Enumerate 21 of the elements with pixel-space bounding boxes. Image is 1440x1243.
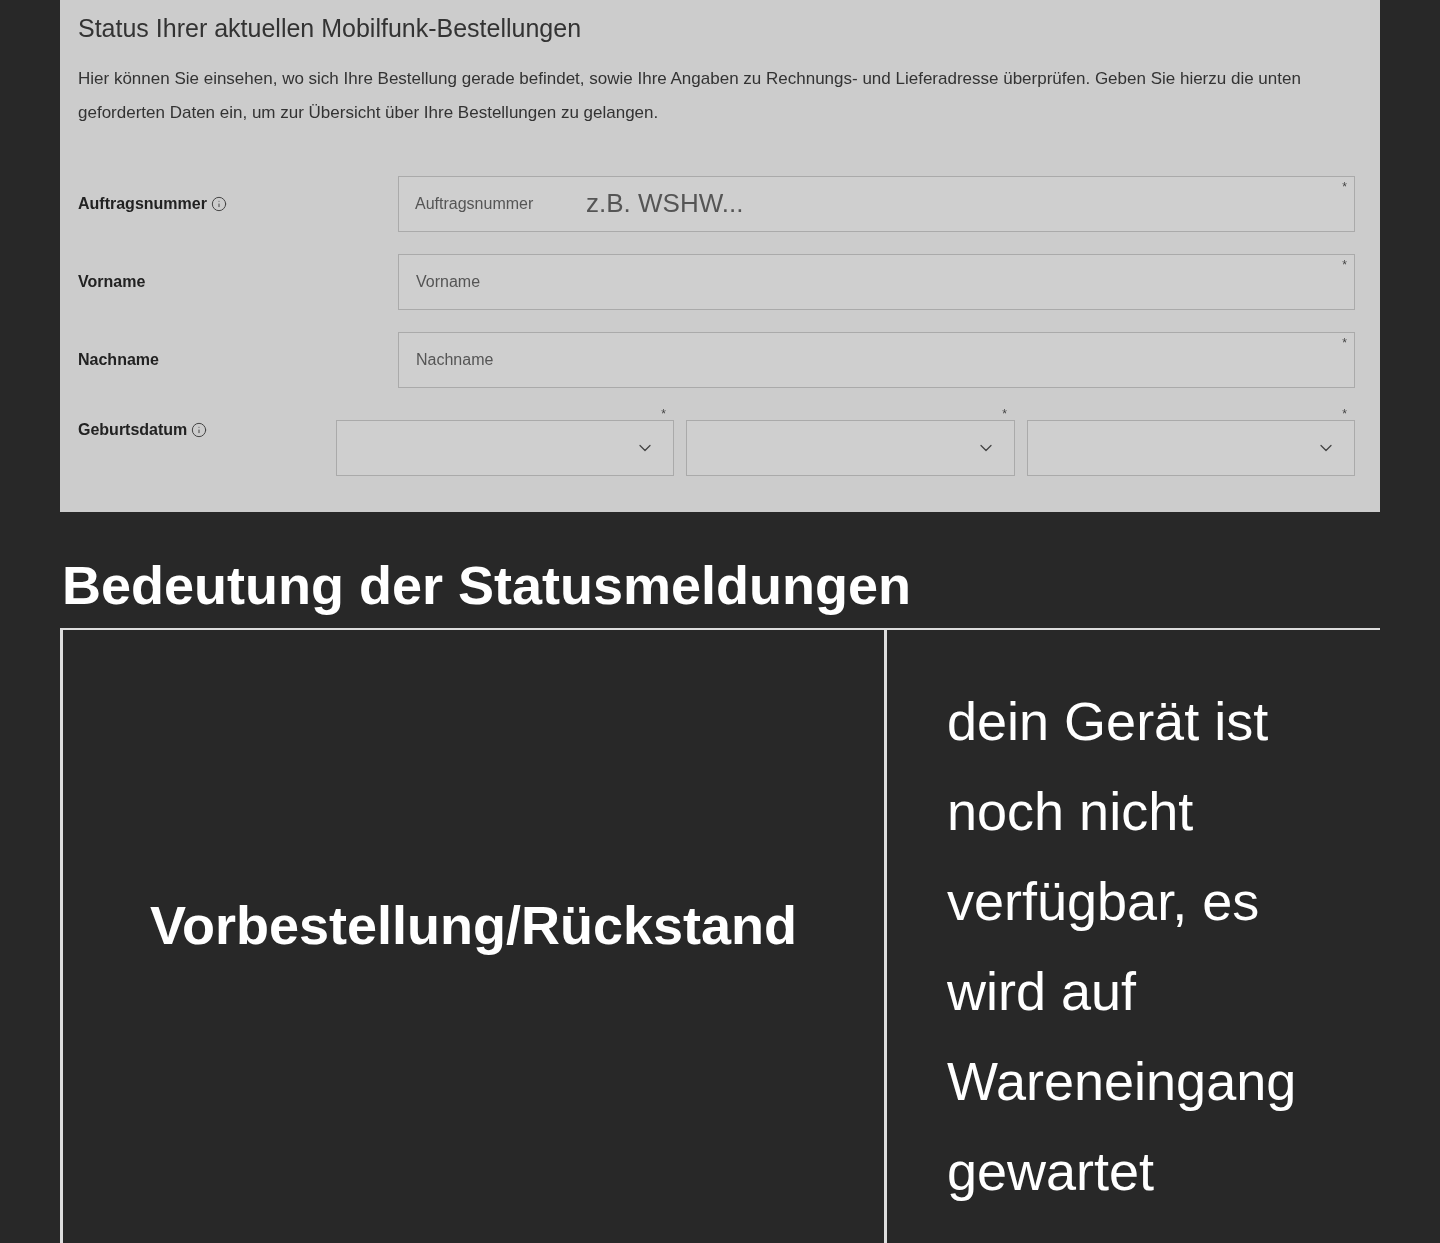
- required-mark: *: [1342, 335, 1347, 350]
- field-label: Auftragsnummer: [78, 193, 207, 214]
- required-mark: *: [1342, 179, 1347, 194]
- form-title: Status Ihrer aktuellen Mobilfunk-Bestellungen: [78, 13, 583, 44]
- info-icon[interactable]: [191, 421, 208, 438]
- required-mark: *: [1342, 257, 1347, 272]
- required-mark: *: [1002, 407, 1007, 420]
- required-mark: *: [1342, 407, 1347, 420]
- required-mark: *: [661, 407, 666, 420]
- field-inner-label: Auftragsnummer: [415, 193, 534, 214]
- date-select[interactable]: [1027, 419, 1355, 476]
- info-icon[interactable]: [210, 195, 227, 212]
- field-label: Geburtsdatum: [78, 419, 188, 440]
- date-select[interactable]: [686, 419, 1015, 476]
- date-select[interactable]: [336, 419, 674, 476]
- status-name: Vorbestellung/Rückstand: [149, 893, 798, 957]
- field-label: Vorname: [78, 271, 146, 292]
- form-intro: Hier können Sie einsehen, wo sich Ihre Bestellung gerade befindet, sowie Ihre Angaben zu Rechnungs- und Lieferadresse überprüfen. Geben Sie hierzu die unten geforderten Daten ein, um zur Übersicht über Ihre Bestellungen zu gelangen.: [78, 67, 1302, 124]
- legend-title: Bedeutung der Statusmeldungen: [61, 554, 913, 617]
- field-label: Nachname: [78, 349, 159, 370]
- status-meaning: dein Gerät ist noch nicht verfügbar, es wird auf Wareneingang gewartet: [947, 690, 1298, 1203]
